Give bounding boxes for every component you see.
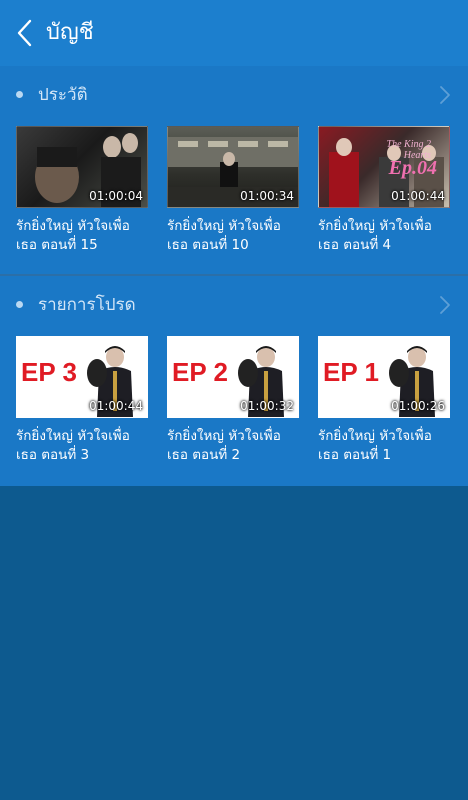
app-bar: บัญชี: [0, 0, 468, 66]
video-thumbnail[interactable]: EP 2 01:00:32: [167, 336, 299, 418]
duration-label: 01:00:44: [89, 399, 143, 413]
back-chevron-icon[interactable]: [14, 18, 36, 48]
page-title: บัญชี: [46, 20, 94, 45]
video-thumbnail[interactable]: 01:00:34: [167, 126, 299, 208]
duration-label: 01:00:44: [391, 189, 445, 203]
video-title[interactable]: รักยิ่งใหญ่ หัวใจเพื่อเธอ ตอนที่ 10: [167, 217, 299, 255]
account-content: ประวัติ 01:00:04 รักยิ่งใหญ่ หัวใจเพื่อเ…: [0, 66, 468, 486]
duration-label: 01:00:04: [89, 189, 143, 203]
history-title: ประวัติ: [38, 85, 88, 105]
video-title[interactable]: รักยิ่งใหญ่ หัวใจเพื่อเธอ ตอนที่ 4: [318, 217, 450, 255]
video-title[interactable]: รักยิ่งใหญ่ หัวใจเพื่อเธอ ตอนที่ 1: [318, 427, 450, 465]
bullet-icon: [16, 301, 23, 308]
favorites-header[interactable]: รายการโปรด: [0, 276, 468, 334]
duration-label: 01:00:26: [391, 399, 445, 413]
video-thumbnail[interactable]: EP 3 01:00:44: [16, 336, 148, 418]
video-card[interactable]: 01:00:04 รักยิ่งใหญ่ หัวใจเพื่อเธอ ตอนที…: [16, 126, 148, 255]
chevron-right-icon[interactable]: [438, 84, 452, 106]
video-card[interactable]: The King 2 Hearts Ep.04 01:00:44 รักยิ่ง…: [318, 126, 450, 255]
video-card[interactable]: EP 1 01:00:26 รักยิ่งใหญ่ หัวใจเพื่อเธอ …: [318, 336, 450, 465]
history-section: ประวัติ 01:00:04 รักยิ่งใหญ่ หัวใจเพื่อเ…: [0, 66, 468, 274]
video-thumbnail[interactable]: 01:00:04: [16, 126, 148, 208]
video-title[interactable]: รักยิ่งใหญ่ หัวใจเพื่อเธอ ตอนที่ 2: [167, 427, 299, 465]
duration-label: 01:00:32: [240, 399, 294, 413]
show-logo: The King 2 Hearts: [386, 139, 431, 161]
video-card[interactable]: EP 3 01:00:44 รักยิ่งใหญ่ หัวใจเพื่อเธอ …: [16, 336, 148, 465]
video-thumbnail[interactable]: EP 1 01:00:26: [318, 336, 450, 418]
episode-label: EP 1: [323, 357, 379, 387]
episode-mark: Ep.04: [388, 157, 437, 179]
video-card[interactable]: 01:00:34 รักยิ่งใหญ่ หัวใจเพื่อเธอ ตอนที…: [167, 126, 299, 255]
duration-label: 01:00:34: [240, 189, 294, 203]
bullet-icon: [16, 91, 23, 98]
episode-label: EP 3: [21, 357, 77, 387]
favorites-section: รายการโปรด EP 3 01:00:44 รักยิ่งใหญ่ หัว…: [0, 276, 468, 484]
video-title[interactable]: รักยิ่งใหญ่ หัวใจเพื่อเธอ ตอนที่ 15: [16, 217, 148, 255]
video-title[interactable]: รักยิ่งใหญ่ หัวใจเพื่อเธอ ตอนที่ 3: [16, 427, 148, 465]
chevron-right-icon[interactable]: [438, 294, 452, 316]
favorites-title: รายการโปรด: [38, 295, 136, 315]
episode-label: EP 2: [172, 357, 228, 387]
history-header[interactable]: ประวัติ: [0, 66, 468, 124]
video-card[interactable]: EP 2 01:00:32 รักยิ่งใหญ่ หัวใจเพื่อเธอ …: [167, 336, 299, 465]
video-thumbnail[interactable]: The King 2 Hearts Ep.04 01:00:44: [318, 126, 450, 208]
